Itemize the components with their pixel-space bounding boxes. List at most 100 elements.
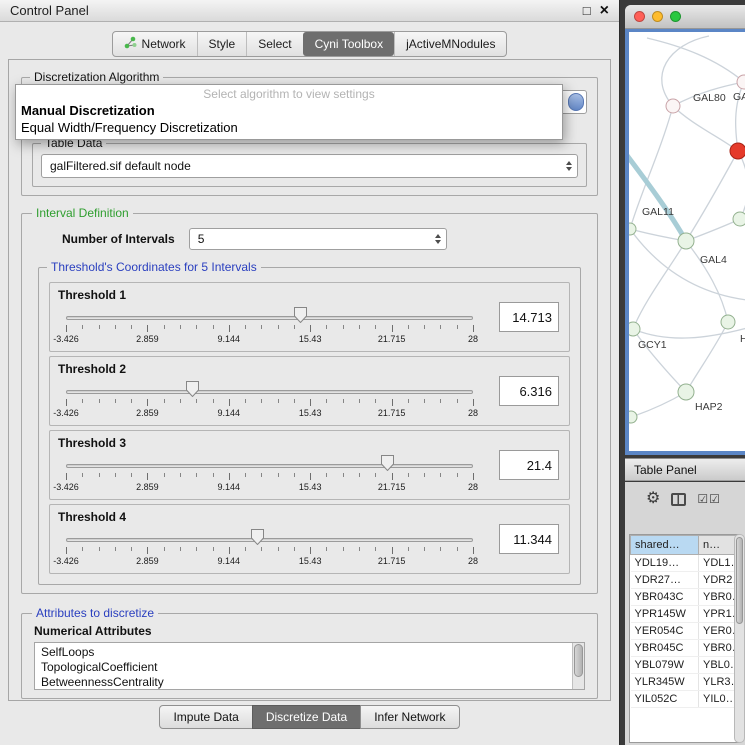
table-cell[interactable]: YLR345W [631, 674, 699, 691]
table-cell[interactable]: YBR043C [631, 589, 699, 606]
table-row[interactable]: YBR043CYBR0… [631, 589, 738, 606]
threshold-label: Threshold 4 [58, 510, 561, 524]
threshold-slider[interactable]: -3.426 2.859 9.144 15.43 21.715 28 [66, 305, 473, 349]
network-node-label: H [740, 333, 745, 345]
table-data-combobox-value: galFiltered.sif default node [50, 159, 191, 173]
close-icon[interactable]: × [600, 3, 609, 19]
table-cell[interactable]: YBR045C [631, 640, 699, 657]
select-rows-icon[interactable]: ☑☑ [697, 493, 721, 505]
tab-discretize-data[interactable]: Discretize Data [252, 705, 361, 729]
numerical-attributes-list[interactable]: SelfLoops TopologicalCoefficient Between… [34, 642, 585, 690]
slider-tick [278, 325, 279, 329]
algorithm-option-equal-width[interactable]: Equal Width/Frequency Discretization [16, 119, 562, 136]
traffic-light-zoom-icon[interactable] [670, 11, 681, 22]
number-of-intervals-combobox[interactable]: 5 [189, 228, 447, 250]
table-cell[interactable]: YBR0… [699, 589, 738, 606]
slider-ticks [66, 325, 473, 333]
table-cell[interactable]: YIL052C [631, 691, 699, 708]
tab-jactivemnodules[interactable]: jActiveMNodules [394, 32, 506, 56]
slider-tick [473, 547, 474, 554]
table-cell[interactable]: YER0… [699, 623, 738, 640]
combobox-arrows-icon [566, 161, 572, 171]
table-row[interactable]: YBL079WYBL0… [631, 657, 738, 674]
table-row[interactable]: YER054CYER0… [631, 623, 738, 640]
gear-icon[interactable]: ⚙ [646, 491, 660, 507]
slider-thumb[interactable] [186, 381, 199, 397]
slider-track[interactable] [66, 538, 473, 542]
table-row[interactable]: YDL19…YDL1… [631, 555, 738, 572]
table-row[interactable]: YBR045CYBR0… [631, 640, 738, 657]
table-cell[interactable]: YPR145W [631, 606, 699, 623]
slider-ticks [66, 399, 473, 407]
traffic-light-close-icon[interactable] [634, 11, 645, 22]
table-row[interactable]: YLR345WYLR3… [631, 674, 738, 691]
network-node[interactable] [629, 322, 640, 336]
slider-tick-label: 15.43 [299, 556, 322, 566]
slider-thumb[interactable] [381, 455, 394, 471]
list-item[interactable]: TopologicalCoefficient [41, 660, 568, 675]
threshold-slider[interactable]: -3.426 2.859 9.144 15.43 21.715 28 [66, 379, 473, 423]
traffic-light-minimize-icon[interactable] [652, 11, 663, 22]
control-panel-titlebar[interactable]: Control Panel □ × [0, 0, 619, 22]
network-window-titlebar[interactable] [625, 5, 745, 29]
threshold-value-input[interactable] [499, 376, 559, 406]
tab-network[interactable]: Network [113, 32, 197, 56]
table-cell[interactable]: YBL079W [631, 657, 699, 674]
scrollbar-thumb[interactable] [574, 644, 583, 677]
table-cell[interactable]: YPR1… [699, 606, 738, 623]
threshold-value-input[interactable] [499, 524, 559, 554]
table-cell[interactable]: YBL0… [699, 657, 738, 674]
threshold-slider[interactable]: -3.426 2.859 9.144 15.43 21.715 28 [66, 527, 473, 571]
tab-cyni-toolbox[interactable]: Cyni Toolbox [303, 32, 394, 56]
float-window-icon[interactable]: □ [583, 4, 591, 17]
network-node[interactable] [730, 143, 745, 159]
column-header-name[interactable]: n… [699, 536, 738, 555]
network-node[interactable] [666, 99, 680, 113]
table-cell[interactable]: YDR2… [699, 572, 738, 589]
network-node[interactable] [678, 233, 694, 249]
table-panel-header[interactable]: Table Panel [625, 458, 745, 481]
application-screen: Control Panel □ × Network Style Select C… [0, 0, 745, 745]
threshold-slider[interactable]: -3.426 2.859 9.144 15.43 21.715 28 [66, 453, 473, 497]
slider-tick [359, 325, 360, 329]
network-node[interactable] [678, 384, 694, 400]
network-node[interactable] [629, 223, 636, 235]
table-row[interactable]: YDR27…YDR2… [631, 572, 738, 589]
tab-style[interactable]: Style [197, 32, 247, 56]
node-table-body: YDL19…YDL1…YDR27…YDR2…YBR043CYBR0…YPR145… [631, 555, 738, 708]
columns-icon[interactable] [671, 493, 686, 506]
network-node[interactable] [733, 212, 745, 226]
threshold-value-input[interactable] [499, 450, 559, 480]
network-node[interactable] [629, 411, 637, 423]
slider-thumb[interactable] [251, 529, 264, 545]
slider-thumb[interactable] [294, 307, 307, 323]
table-cell[interactable]: YIL0… [699, 691, 738, 708]
network-node[interactable] [721, 315, 735, 329]
table-scrollbar[interactable] [734, 534, 745, 743]
slider-track[interactable] [66, 464, 473, 468]
threshold-value-input[interactable] [499, 302, 559, 332]
slider-tick [213, 325, 214, 329]
scrollbar-thumb[interactable] [736, 537, 743, 624]
table-data-combobox[interactable]: galFiltered.sif default node [41, 154, 578, 178]
table-cell[interactable]: YER054C [631, 623, 699, 640]
list-item[interactable]: BetweennessCentrality [41, 675, 568, 690]
list-scrollbar[interactable] [572, 643, 584, 689]
table-row[interactable]: YIL052CYIL0… [631, 691, 738, 708]
network-canvas[interactable]: GAL80GAGAL11GAL4GCY1HHAP2 [625, 29, 745, 455]
table-cell[interactable]: YDL1… [699, 555, 738, 572]
table-cell[interactable]: YLR3… [699, 674, 738, 691]
column-header-shared-name[interactable]: shared… [631, 536, 699, 555]
list-item[interactable]: SelfLoops [41, 645, 568, 660]
slider-track[interactable] [66, 390, 473, 394]
tab-select[interactable]: Select [246, 32, 302, 56]
table-cell[interactable]: YBR0… [699, 640, 738, 657]
table-row[interactable]: YPR145WYPR1… [631, 606, 738, 623]
table-cell[interactable]: YDL19… [631, 555, 699, 572]
algorithm-option-manual[interactable]: Manual Discretization [16, 102, 562, 119]
combobox-stepper[interactable] [568, 93, 584, 111]
tab-impute-data[interactable]: Impute Data [159, 705, 252, 729]
table-cell[interactable]: YDR27… [631, 572, 699, 589]
tab-infer-network[interactable]: Infer Network [360, 705, 459, 729]
slider-track[interactable] [66, 316, 473, 320]
